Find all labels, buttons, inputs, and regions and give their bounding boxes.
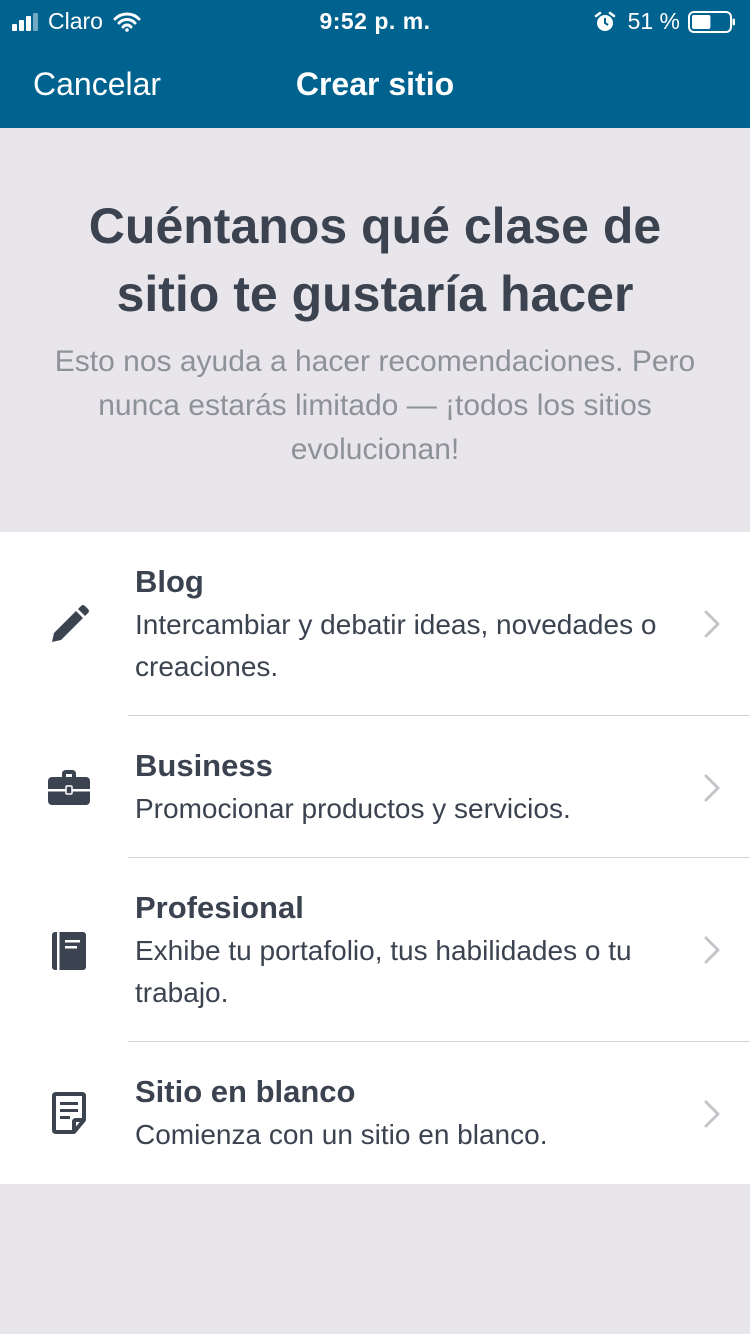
site-type-description: Comienza con un sitio en blanco.: [135, 1119, 548, 1150]
site-type-title: Business: [135, 748, 273, 783]
battery-percent: 51 %: [627, 8, 680, 34]
site-type-list: Blog Intercambiar y debatir ideas, noved…: [0, 532, 750, 1184]
status-bar: Claro 9:52 p. m. 51 %: [0, 0, 750, 40]
battery-icon: [688, 10, 735, 33]
site-type-description: Intercambiar y debatir ideas, novedades …: [135, 609, 657, 682]
intro-subtext: Esto nos ayuda a hacer recomendaciones. …: [54, 345, 696, 466]
intro-section: Cuéntanos qué clase de sitio te gustaría…: [0, 128, 750, 532]
site-type-business[interactable]: Business Promocionar productos y servici…: [0, 716, 750, 857]
nav-title: Crear sitio: [295, 66, 455, 102]
site-type-description: Exhibe tu portafolio, tus habilidades o …: [135, 935, 632, 1008]
nav-bar: Cancelar Crear sitio: [0, 48, 750, 128]
chevron-right-icon: [704, 936, 720, 964]
chevron-right-icon: [704, 774, 720, 802]
site-type-title: Blog: [135, 564, 204, 599]
briefcase-icon: [48, 770, 90, 805]
site-type-description: Promocionar productos y servicios.: [135, 793, 571, 824]
site-type-title: Profesional: [135, 890, 304, 925]
chevron-right-icon: [704, 610, 720, 638]
empty-footer-area: [0, 1184, 750, 1334]
site-type-blog[interactable]: Blog Intercambiar y debatir ideas, noved…: [0, 532, 750, 715]
intro-heading: Cuéntanos qué clase de sitio te gustaría…: [88, 198, 662, 322]
alarm-icon: [594, 11, 615, 31]
status-right: 51 %: [594, 8, 736, 35]
chevron-right-icon: [704, 1100, 720, 1128]
pencil-icon: [52, 605, 89, 642]
book-icon: [52, 932, 86, 970]
page-icon: [52, 1092, 86, 1134]
site-type-blank[interactable]: Sitio en blanco Comienza con un sitio en…: [0, 1042, 750, 1184]
site-type-profesional[interactable]: Profesional Exhibe tu portafolio, tus ha…: [0, 858, 750, 1041]
header: Claro 9:52 p. m. 51 % Cancelar Crear sit…: [0, 0, 750, 128]
site-type-title: Sitio en blanco: [135, 1074, 356, 1109]
